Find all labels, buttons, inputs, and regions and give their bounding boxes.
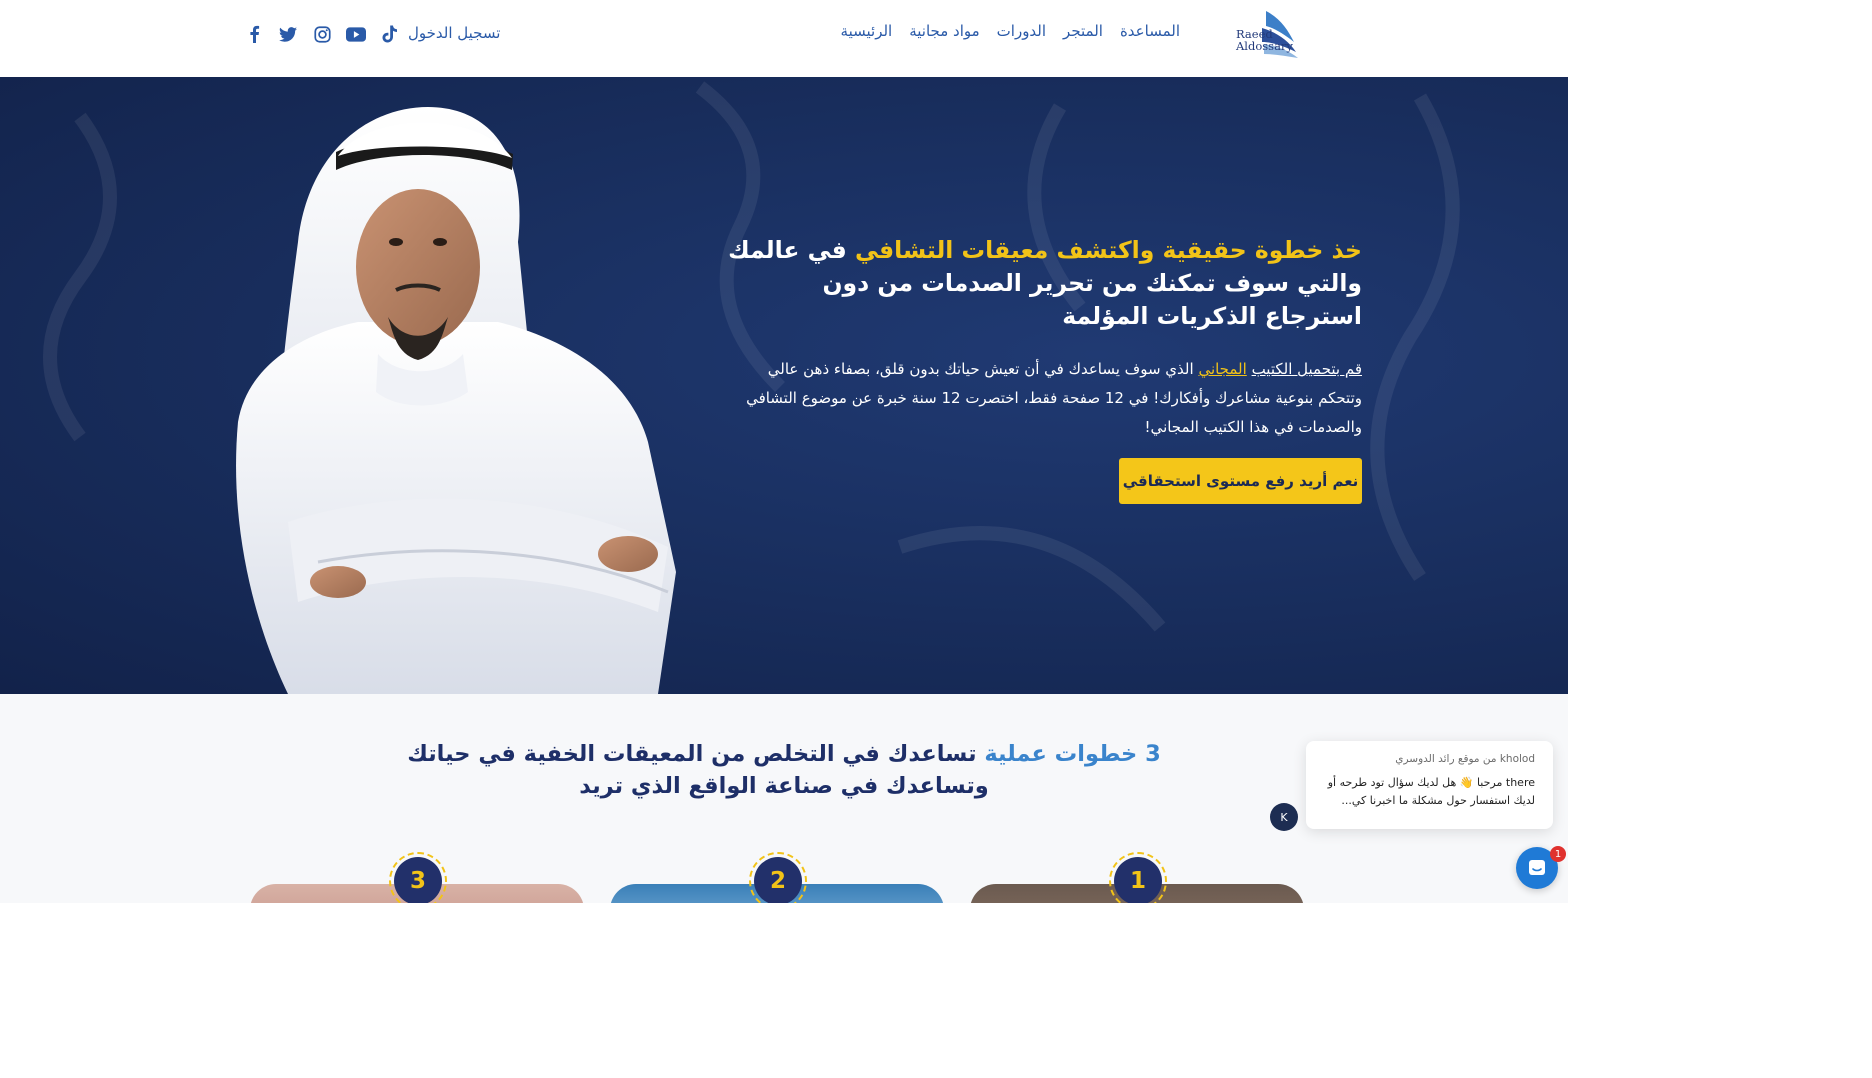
- hero-description: قم بتحميل الكتيب المجاني الذي سوف يساعدك…: [722, 355, 1362, 442]
- logo-line-2: Aldossary: [1236, 39, 1293, 53]
- instagram-icon[interactable]: [312, 22, 332, 46]
- free-booklet-link[interactable]: المجاني: [1198, 360, 1246, 378]
- steps-heading-highlight: 3 خطوات عملية: [984, 741, 1161, 767]
- step-number-3: 3: [394, 857, 442, 903]
- speaker-portrait-image: [236, 107, 676, 694]
- youtube-icon[interactable]: [346, 22, 366, 46]
- logo-text: Raeed Aldossary: [1236, 28, 1293, 52]
- site-logo[interactable]: Raeed Aldossary: [1196, 8, 1300, 60]
- nav-home[interactable]: الرئيسية: [841, 22, 893, 40]
- hero-headline-line3: استرجاع الذكريات المؤلمة: [1062, 302, 1362, 330]
- nav-help[interactable]: المساعدة: [1120, 22, 1180, 40]
- hero-headline-highlight: خذ خطوة حقيقية واكتشف معيقات التشافي: [854, 236, 1362, 264]
- chat-sender: kholod من موقع رائد الدوسري: [1395, 753, 1535, 765]
- nav-free-materials[interactable]: مواد مجانية: [909, 22, 979, 40]
- site-header: Raeed Aldossary الرئيسية مواد مجانية الد…: [0, 0, 1568, 77]
- hero-headline: خذ خطوة حقيقية واكتشف معيقات التشافي في …: [722, 234, 1362, 333]
- chat-preview-bubble[interactable]: kholod من موقع رائد الدوسري there مرحبا …: [1306, 741, 1553, 829]
- main-nav: الرئيسية مواد مجانية الدورات المتجر المس…: [841, 22, 1180, 40]
- chat-icon: [1529, 860, 1545, 875]
- step-badge-2: 2: [749, 852, 807, 903]
- download-booklet-link[interactable]: قم بتحميل الكتيب: [1252, 360, 1362, 378]
- step-number-1: 1: [1114, 857, 1162, 903]
- cta-button[interactable]: نعم أريد رفع مستوى استحقاقي: [1119, 458, 1362, 504]
- chat-message: there مرحبا 👋 هل لديك سؤال تود طرحه أو ل…: [1327, 776, 1535, 807]
- twitter-icon[interactable]: [278, 22, 298, 46]
- steps-heading-rest: تساعدك في التخلص من المعيقات الخفية في ح…: [407, 741, 989, 799]
- hero-section: خذ خطوة حقيقية واكتشف معيقات التشافي في …: [0, 77, 1568, 694]
- step-number-2: 2: [754, 857, 802, 903]
- hero-copy: خذ خطوة حقيقية واكتشف معيقات التشافي في …: [722, 234, 1362, 442]
- step-badge-1: 1: [1109, 852, 1167, 903]
- hero-headline-line2: والتي سوف تمكنك من تحرير الصدمات من دون: [822, 269, 1362, 297]
- hero-headline-rest: في عالمك: [728, 236, 855, 264]
- chat-agent-avatar: K: [1270, 803, 1298, 831]
- login-link[interactable]: تسجيل الدخول: [408, 24, 500, 42]
- chat-unread-badge: 1: [1550, 846, 1566, 862]
- step-badge-3: 3: [389, 852, 447, 903]
- steps-heading: 3 خطوات عملية تساعدك في التخلص من المعيق…: [384, 738, 1184, 802]
- social-links: [244, 22, 400, 46]
- nav-store[interactable]: المتجر: [1063, 22, 1103, 40]
- tiktok-icon[interactable]: [380, 22, 400, 46]
- nav-courses[interactable]: الدورات: [997, 22, 1046, 40]
- facebook-icon[interactable]: [244, 22, 264, 46]
